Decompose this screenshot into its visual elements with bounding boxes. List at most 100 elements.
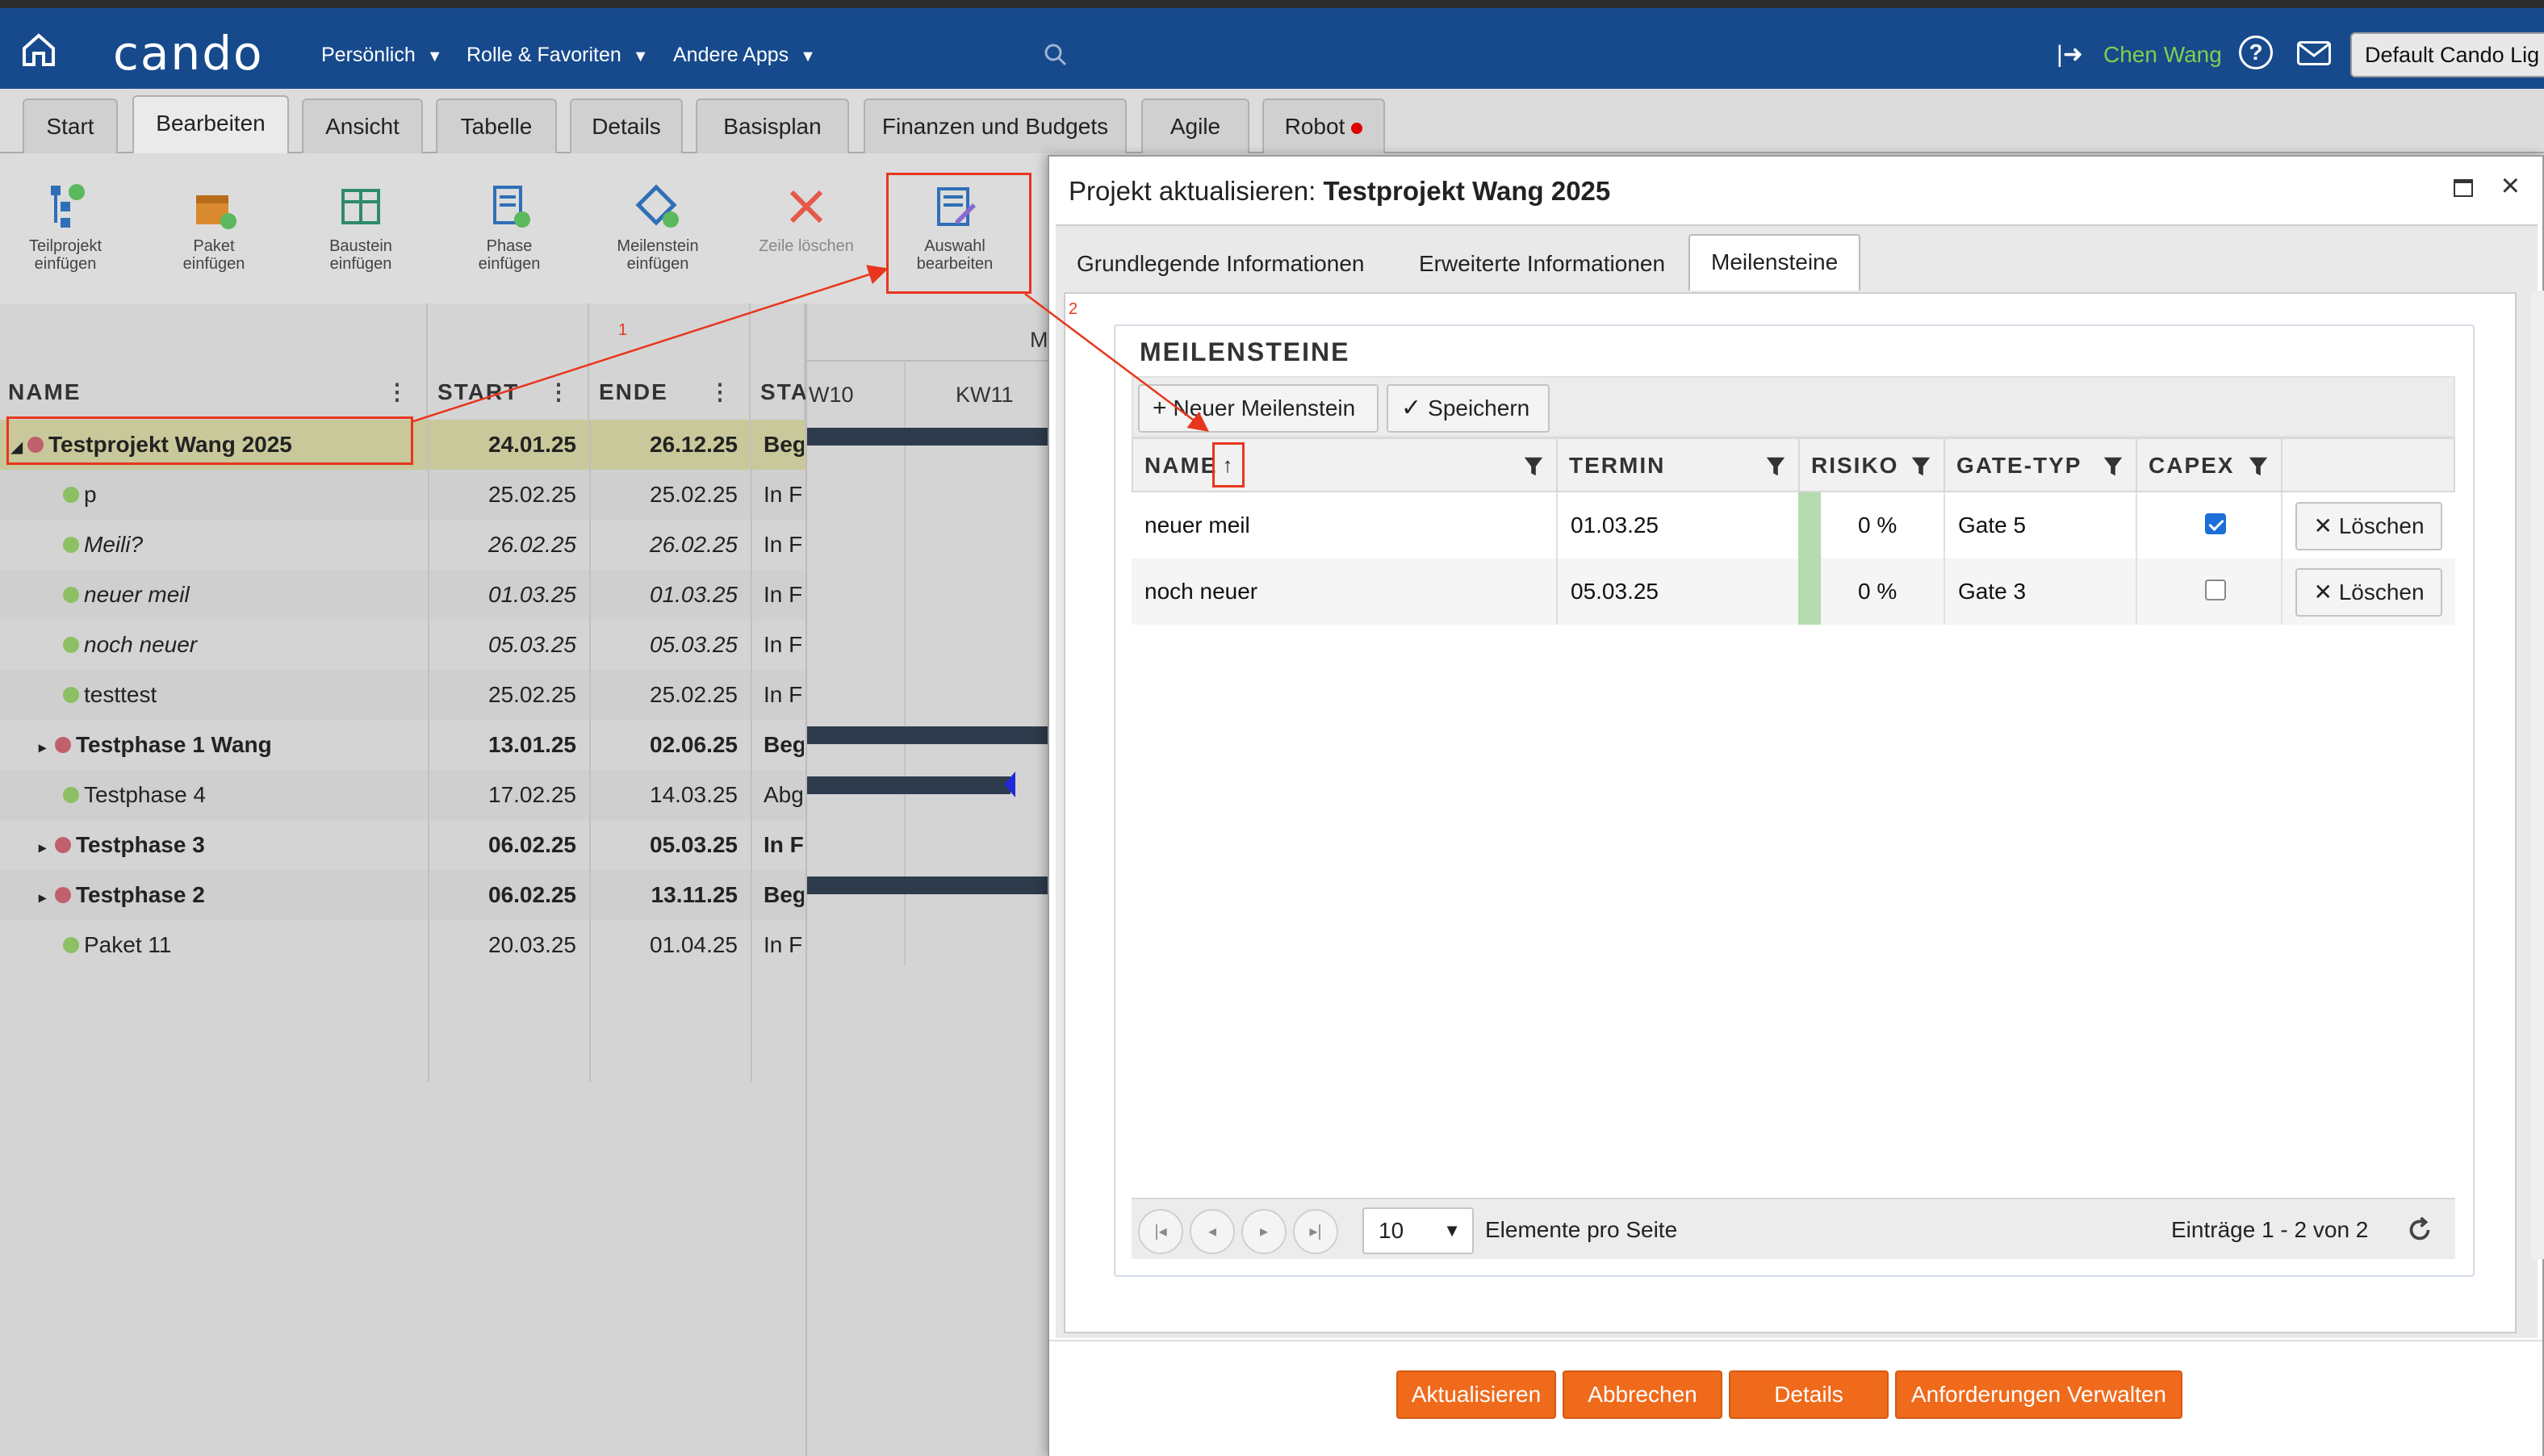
row-start-cell[interactable]: 06.02.25	[429, 820, 588, 870]
save-button[interactable]: ✓ Speichern	[1387, 384, 1550, 433]
row-name-cell[interactable]: testtest	[0, 670, 428, 720]
row-end-cell[interactable]: 05.03.25	[591, 820, 749, 870]
tab-tabelle[interactable]: Tabelle	[436, 98, 557, 153]
column-header-name[interactable]: NAME ↑	[1132, 437, 1556, 492]
row-start-cell[interactable]: 25.02.25	[429, 470, 588, 520]
column-header-status[interactable]: STA	[752, 303, 807, 420]
row-start-cell[interactable]: 05.03.25	[429, 620, 588, 670]
expand-toggle-icon[interactable]: ▸	[39, 872, 55, 920]
row-end-cell[interactable]: 01.03.25	[591, 570, 749, 620]
insert-subproject-button[interactable]: Teilprojekt einfügen	[5, 182, 126, 273]
column-header-capex[interactable]: CAPEX	[2136, 437, 2281, 492]
page-size-select[interactable]: 10 ▼	[1362, 1207, 1474, 1254]
row-start-cell[interactable]: 13.01.25	[429, 720, 588, 770]
filter-icon[interactable]	[2247, 455, 2270, 478]
delete-milestone-button[interactable]: ✕ Löschen	[2295, 502, 2442, 550]
row-status-cell[interactable]: Abg	[752, 770, 804, 820]
tab-details[interactable]: Details	[570, 98, 683, 153]
milestone-gate-cell[interactable]: Gate 5	[1944, 492, 2136, 559]
sort-ascending-icon[interactable]: ↑	[1212, 442, 1245, 487]
gantt-bar[interactable]	[807, 726, 1051, 744]
logout-icon[interactable]: |➜	[2057, 40, 2083, 69]
insert-module-button[interactable]: Baustein einfügen	[300, 182, 421, 273]
row-status-cell[interactable]: In F	[752, 920, 804, 970]
tab-start[interactable]: Start	[23, 98, 118, 153]
capex-checkbox[interactable]	[2205, 579, 2226, 600]
row-name-cell[interactable]: Paket 11	[0, 920, 428, 970]
row-start-cell[interactable]: 01.03.25	[429, 570, 588, 620]
search-icon[interactable]	[1041, 40, 1070, 69]
row-name-cell[interactable]: ▸ Testphase 3	[0, 820, 428, 870]
row-status-cell[interactable]: In F	[752, 620, 804, 670]
row-status-cell[interactable]: In F	[752, 670, 804, 720]
expand-toggle-icon[interactable]: ▸	[39, 822, 55, 870]
row-end-cell[interactable]: 05.03.25	[591, 620, 749, 670]
row-status-cell[interactable]: In F	[752, 470, 804, 520]
dialog-tab-erweiterte-informationen[interactable]: Erweiterte Informationen	[1398, 237, 1686, 291]
insert-milestone-button[interactable]: Meilenstein einfügen	[597, 182, 718, 273]
column-menu-icon[interactable]: ⋮	[547, 379, 570, 405]
expand-toggle-icon[interactable]: ▸	[39, 722, 55, 770]
row-end-cell[interactable]: 26.12.25	[591, 420, 749, 470]
row-end-cell[interactable]: 13.11.25	[591, 870, 749, 920]
page-scrollbar[interactable]	[2531, 291, 2544, 1259]
row-name-cell[interactable]: neuer meil	[0, 570, 428, 620]
row-start-cell[interactable]: 17.02.25	[429, 770, 588, 820]
column-header-start[interactable]: START ⋮	[429, 303, 589, 420]
filter-icon[interactable]	[1764, 455, 1787, 478]
milestone-termin-cell[interactable]: 05.03.25	[1556, 559, 1798, 625]
milestone-risiko-cell[interactable]: 0 %	[1821, 559, 1944, 625]
insert-phase-button[interactable]: Phase einfügen	[449, 182, 570, 273]
new-milestone-button[interactable]: + Neuer Meilenstein	[1138, 384, 1379, 433]
row-status-cell[interactable]: Beg	[752, 420, 804, 470]
row-end-cell[interactable]: 25.02.25	[591, 470, 749, 520]
filter-icon[interactable]	[2102, 455, 2124, 478]
capex-checkbox[interactable]	[2205, 513, 2226, 534]
delete-row-button[interactable]: Zeile löschen	[746, 182, 867, 255]
tab-bearbeiten[interactable]: Bearbeiten	[132, 95, 289, 155]
row-status-cell[interactable]: Beg	[752, 870, 804, 920]
row-end-cell[interactable]: 01.04.25	[591, 920, 749, 970]
first-page-icon[interactable]: |◂	[1138, 1209, 1183, 1254]
row-end-cell[interactable]: 26.02.25	[591, 520, 749, 570]
last-page-icon[interactable]: ▸|	[1293, 1209, 1338, 1254]
row-name-cell[interactable]: Meili?	[0, 520, 428, 570]
gantt-bar[interactable]	[807, 877, 1051, 894]
milestone-row[interactable]: noch neuer 05.03.25 0 % Gate 3 ✕ Löschen	[1132, 559, 2455, 625]
maximize-icon[interactable]	[2454, 179, 2473, 197]
insert-package-button[interactable]: Paket einfügen	[153, 182, 274, 273]
gantt-bar[interactable]	[807, 776, 1010, 794]
milestone-risiko-cell[interactable]: 0 %	[1821, 492, 1944, 559]
row-status-cell[interactable]: Beg	[752, 720, 804, 770]
row-start-cell[interactable]: 20.03.25	[429, 920, 588, 970]
milestone-termin-cell[interactable]: 01.03.25	[1556, 492, 1798, 559]
details-button[interactable]: Details	[1729, 1370, 1889, 1419]
tab-robot[interactable]: Robot	[1262, 98, 1385, 153]
refresh-icon[interactable]	[2405, 1215, 2434, 1245]
tab-agile[interactable]: Agile	[1141, 98, 1249, 153]
home-icon[interactable]	[19, 31, 58, 69]
delete-milestone-button[interactable]: ✕ Löschen	[2295, 568, 2442, 617]
column-menu-icon[interactable]: ⋮	[709, 379, 731, 405]
previous-page-icon[interactable]: ◂	[1190, 1209, 1235, 1254]
filter-icon[interactable]	[1522, 455, 1545, 478]
column-header-termin[interactable]: TERMIN	[1556, 437, 1798, 492]
user-name[interactable]: Chen Wang	[2103, 42, 2222, 68]
row-status-cell[interactable]: In F	[752, 820, 804, 870]
row-start-cell[interactable]: 24.01.25	[429, 420, 588, 470]
filter-icon[interactable]	[1910, 455, 1932, 478]
row-status-cell[interactable]: In F	[752, 570, 804, 620]
row-name-cell[interactable]: p	[0, 470, 428, 520]
help-icon[interactable]: ?	[2239, 36, 2273, 69]
column-header-name[interactable]: NAME ⋮	[0, 303, 428, 420]
update-button[interactable]: Aktualisieren	[1396, 1370, 1556, 1419]
milestone-gate-cell[interactable]: Gate 3	[1944, 559, 2136, 625]
column-header-risiko[interactable]: RISIKO	[1798, 437, 1944, 492]
row-status-cell[interactable]: In F	[752, 520, 804, 570]
dialog-tab-meilensteine[interactable]: Meilensteine	[1688, 234, 1861, 291]
tab-basisplan[interactable]: Basisplan	[696, 98, 849, 153]
mail-icon[interactable]	[2297, 40, 2331, 66]
nav-rolle-favoriten[interactable]: Rolle & Favoriten ▼	[467, 44, 649, 67]
row-name-cell[interactable]: Testphase 4	[0, 770, 428, 820]
row-end-cell[interactable]: 02.06.25	[591, 720, 749, 770]
